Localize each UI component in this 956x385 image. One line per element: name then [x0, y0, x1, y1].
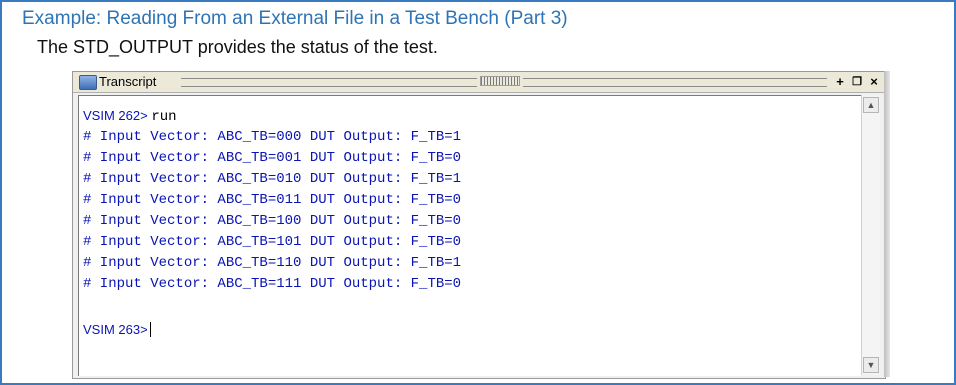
scroll-down-button[interactable]: ▼: [863, 357, 879, 373]
prompt-263: VSIM 263>: [83, 322, 148, 337]
output-line: # Input Vector: ABC_TB=000 DUT Output: F…: [83, 129, 462, 145]
drag-grip-handle[interactable]: [480, 76, 520, 86]
window-edge: [884, 71, 890, 377]
transcript-window: Transcript + ❐ × VSIM 262> run # Input V…: [72, 71, 886, 379]
scroll-up-button[interactable]: ▲: [863, 97, 879, 113]
output-line: # Input Vector: ABC_TB=010 DUT Output: F…: [83, 171, 462, 187]
slide-subtitle: The STD_OUTPUT provides the status of th…: [37, 37, 438, 57]
output-line: # Input Vector: ABC_TB=111 DUT Output: F…: [83, 276, 462, 292]
titlebar-line-left: [181, 78, 477, 87]
console-prompt-line: VSIM 262> run: [83, 108, 177, 125]
output-line: # Input Vector: ABC_TB=101 DUT Output: F…: [83, 234, 462, 250]
output-line: # Input Vector: ABC_TB=011 DUT Output: F…: [83, 192, 462, 208]
transcript-console[interactable]: VSIM 262> run # Input Vector: ABC_TB=000…: [78, 95, 861, 376]
command-run: run: [151, 109, 177, 125]
slide-title: Example: Reading From an External File i…: [22, 8, 568, 29]
window-titlebar[interactable]: Transcript + ❐ ×: [73, 72, 885, 93]
output-line: # Input Vector: ABC_TB=110 DUT Output: F…: [83, 255, 462, 271]
console-input-line[interactable]: VSIM 263>: [83, 322, 151, 337]
titlebar-line-right: [523, 78, 827, 87]
add-pane-button[interactable]: +: [833, 75, 847, 89]
undock-button[interactable]: ❐: [850, 75, 864, 89]
transcript-icon: [79, 75, 97, 90]
output-line: # Input Vector: ABC_TB=001 DUT Output: F…: [83, 150, 462, 166]
prompt-262: VSIM 262>: [83, 108, 148, 123]
close-button[interactable]: ×: [867, 75, 881, 89]
output-line: # Input Vector: ABC_TB=100 DUT Output: F…: [83, 213, 462, 229]
window-title: Transcript: [99, 74, 161, 89]
vertical-scrollbar[interactable]: ▲ ▼: [861, 95, 880, 375]
text-cursor: [149, 322, 151, 337]
